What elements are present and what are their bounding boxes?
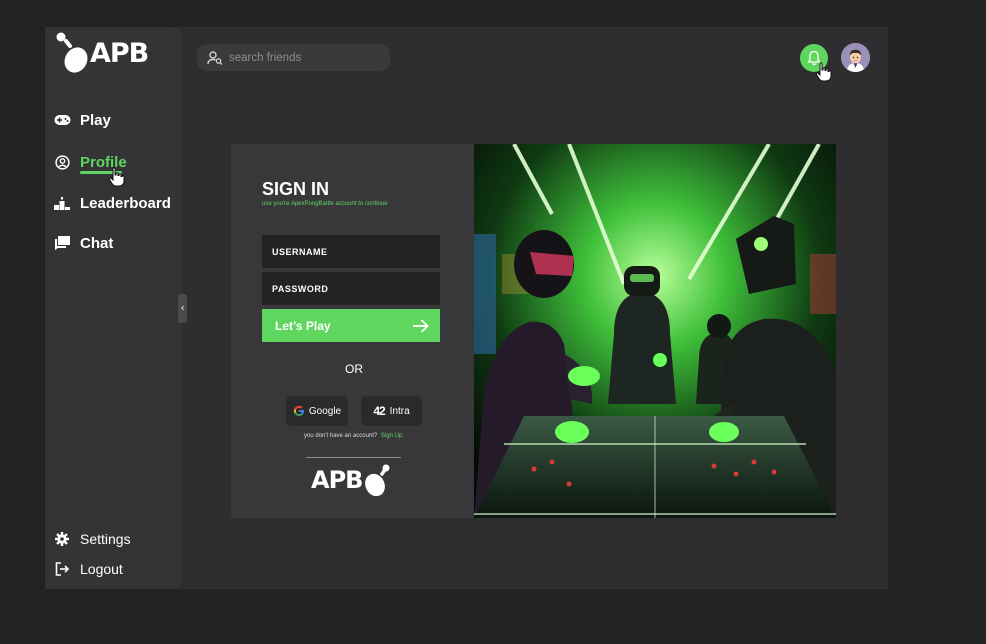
signin-form: SIGN IN use you're ApexPongBattle accoun…	[231, 144, 474, 518]
app-logo[interactable]: APB	[54, 31, 149, 75]
paddle-logo-icon	[365, 464, 390, 497]
search-input[interactable]	[229, 51, 379, 64]
sidebar: APB Play Profile Leaderboard Chat Settin…	[45, 27, 182, 589]
username-input[interactable]	[272, 246, 432, 257]
footer-logo: APB	[311, 462, 392, 498]
arrow-right-icon	[413, 318, 429, 333]
gear-icon	[53, 530, 71, 548]
app-window: APB Play Profile Leaderboard Chat Settin…	[45, 27, 888, 589]
logo-text: APB	[90, 37, 149, 69]
signin-subtitle: use you're ApexPongBattle account to con…	[262, 201, 388, 207]
lets-play-label: Let’s Play	[275, 318, 331, 333]
signin-title: SIGN IN	[262, 179, 330, 199]
footer-logo-text: APB	[311, 466, 363, 494]
or-divider-label: OR	[345, 362, 363, 376]
gamepad-icon	[53, 111, 71, 129]
sidebar-item-label: Play	[80, 111, 111, 129]
sidebar-item-label: Profile	[80, 153, 127, 171]
sidebar-item-leaderboard[interactable]: Leaderboard	[53, 194, 171, 212]
google-label: Google	[308, 405, 342, 417]
sidebar-item-settings[interactable]: Settings	[53, 530, 131, 548]
footer-divider	[306, 457, 401, 458]
sidebar-item-logout[interactable]: Logout	[53, 560, 123, 578]
signup-prompt: you don't have an account? Sign Up.	[231, 433, 477, 439]
password-input[interactable]	[272, 283, 432, 294]
chat-icon	[53, 234, 71, 252]
signin-card: SIGN IN use you're ApexPongBattle accoun…	[231, 144, 836, 518]
sidebar-item-chat[interactable]: Chat	[53, 234, 113, 252]
search-user-icon	[207, 50, 223, 65]
podium-icon	[53, 194, 71, 212]
sidebar-item-profile[interactable]: Profile	[53, 153, 127, 171]
intra-42-icon: 42	[373, 404, 385, 418]
sidebar-item-label: Settings	[80, 531, 131, 547]
intra-signin-button[interactable]: 42 Intra	[361, 396, 422, 426]
avatar-image	[841, 43, 870, 72]
username-field	[262, 235, 440, 268]
sidebar-item-label: Leaderboard	[80, 194, 171, 212]
lets-play-button[interactable]: Let’s Play	[262, 309, 440, 342]
password-field	[262, 272, 440, 305]
sidebar-item-label: Logout	[80, 561, 123, 577]
paddle-logo-icon	[56, 32, 88, 73]
intra-label: Intra	[389, 405, 410, 417]
ping-pong-players-image	[474, 144, 836, 518]
active-indicator	[80, 171, 122, 174]
bell-icon	[807, 50, 821, 66]
no-account-text: you don't have an account?	[304, 433, 378, 439]
chevron-left-icon: ‹	[180, 303, 185, 314]
notification-button[interactable]	[800, 44, 828, 72]
signup-link[interactable]: Sign Up.	[381, 433, 404, 439]
user-avatar[interactable]	[841, 43, 870, 72]
sidebar-item-label: Chat	[80, 234, 114, 252]
google-icon	[293, 405, 304, 416]
user-circle-icon	[53, 153, 71, 171]
hero-illustration	[474, 144, 836, 518]
logout-icon	[53, 560, 71, 578]
sidebar-collapse-button[interactable]: ‹	[178, 294, 187, 323]
search-bar	[197, 44, 390, 71]
sidebar-item-play[interactable]: Play	[53, 111, 111, 129]
google-signin-button[interactable]: Google	[286, 396, 348, 426]
